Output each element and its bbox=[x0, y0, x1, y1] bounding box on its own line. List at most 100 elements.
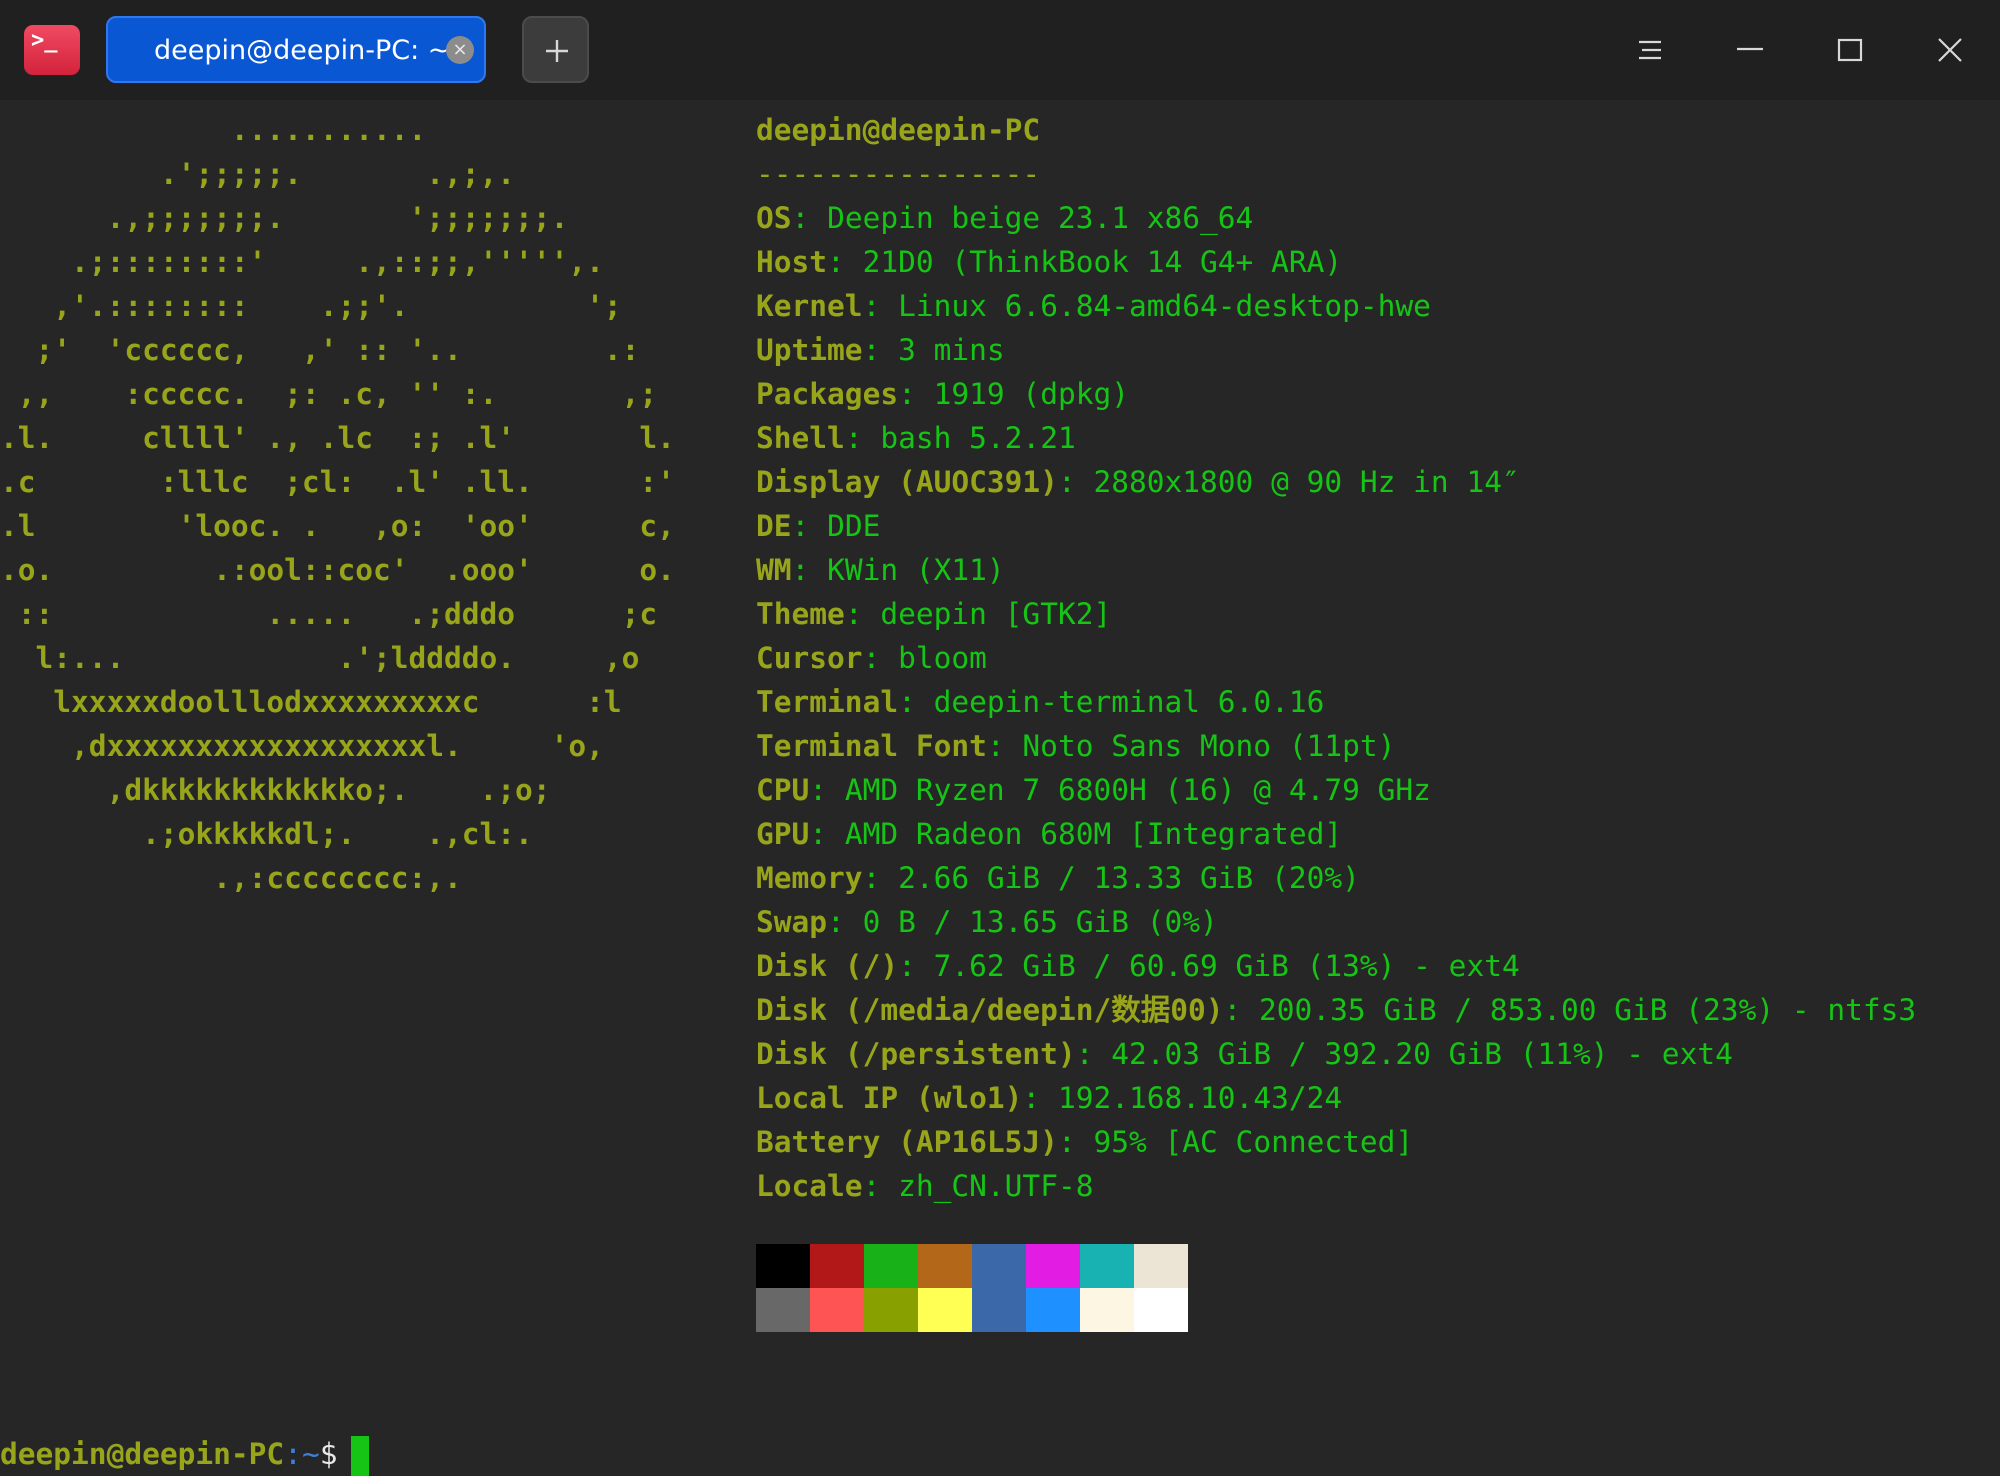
info-value: Linux 6.6.84-amd64-desktop-hwe bbox=[898, 289, 1431, 323]
prompt-user-host: deepin@deepin-PC bbox=[0, 1437, 285, 1471]
logo-line: .l 'looc. . ,o: 'oo' c, bbox=[0, 509, 675, 543]
color-swatch bbox=[864, 1288, 918, 1332]
info-key: Packages bbox=[756, 377, 899, 411]
info-key: CPU bbox=[756, 773, 810, 807]
info-key: Disk (/media/deepin/数据00) bbox=[756, 993, 1224, 1027]
info-key: Disk (/persistent) bbox=[756, 1037, 1076, 1071]
info-row: GPU: AMD Radeon 680M [Integrated] bbox=[756, 817, 1343, 851]
tab-close-icon[interactable]: × bbox=[446, 36, 474, 64]
info-value: 192.168.10.43/24 bbox=[1057, 1081, 1343, 1115]
logo-line: ,, :ccccc. ;: .c, '' :. ,; bbox=[0, 377, 658, 411]
info-row: Shell: bash 5.2.21 bbox=[756, 421, 1076, 455]
info-row: WM: KWin (X11) bbox=[756, 553, 1005, 587]
info-key: GPU bbox=[756, 817, 810, 851]
logo-line: ;' 'cccccc, ,' :: '.. .: bbox=[0, 333, 640, 367]
info-value: 3 mins bbox=[898, 333, 1005, 367]
info-key: Disk (/) bbox=[756, 949, 899, 983]
info-value: 2880x1800 @ 90 Hz in 14″ bbox=[1093, 465, 1520, 499]
close-icon bbox=[1938, 38, 1962, 62]
logo-line: ,dkkkkkkkkkkkko;. .;o; bbox=[0, 773, 551, 807]
maximize-button[interactable] bbox=[1828, 28, 1872, 72]
logo-line: .o. .:ool::coc' .ooo' o. bbox=[0, 553, 675, 587]
info-row: Terminal Font: Noto Sans Mono (11pt) bbox=[756, 729, 1396, 763]
info-value: AMD Ryzen 7 6800H (16) @ 4.79 GHz bbox=[844, 773, 1431, 807]
logo-line: l:... .';lddddo. ,o bbox=[0, 641, 640, 675]
info-row: Host: 21D0 (ThinkBook 14 G4+ ARA) bbox=[756, 245, 1343, 279]
info-row: Swap: 0 B / 13.65 GiB (0%) bbox=[756, 905, 1218, 939]
info-value: 2.66 GiB / 13.33 GiB (20%) bbox=[898, 861, 1360, 895]
info-key: Kernel bbox=[756, 289, 863, 323]
maximize-icon bbox=[1837, 38, 1863, 62]
info-row: Local IP (wlo1): 192.168.10.43/24 bbox=[756, 1081, 1343, 1115]
info-key: OS bbox=[756, 201, 792, 235]
deepin-ascii-logo: ........... .';;;;;. .,;,. .,;;;;;;;. ';… bbox=[0, 108, 675, 900]
info-value: bloom bbox=[898, 641, 987, 675]
info-key: Display (AUOC391) bbox=[756, 465, 1058, 499]
logo-line: .,;;;;;;;. ';;;;;;;. bbox=[0, 201, 569, 235]
new-tab-button[interactable] bbox=[522, 16, 589, 83]
color-swatch bbox=[918, 1244, 972, 1288]
info-value: AMD Radeon 680M [Integrated] bbox=[844, 817, 1343, 851]
info-value: zh_CN.UTF-8 bbox=[898, 1169, 1094, 1203]
info-key: Shell bbox=[756, 421, 845, 455]
info-row: Packages: 1919 (dpkg) bbox=[756, 377, 1129, 411]
terminal-app-icon: >_ bbox=[24, 25, 80, 75]
info-row: Uptime: 3 mins bbox=[756, 333, 1005, 367]
info-row: Memory: 2.66 GiB / 13.33 GiB (20%) bbox=[756, 861, 1360, 895]
info-row: Disk (/persistent): 42.03 GiB / 392.20 G… bbox=[756, 1037, 1733, 1071]
color-swatch bbox=[1026, 1244, 1080, 1288]
info-value: 21D0 (ThinkBook 14 G4+ ARA) bbox=[862, 245, 1343, 279]
info-value: 1919 (dpkg) bbox=[933, 377, 1129, 411]
logo-line: lxxxxxdoolllodxxxxxxxxxc :l bbox=[0, 685, 622, 719]
info-key: DE bbox=[756, 509, 792, 543]
info-row: CPU: AMD Ryzen 7 6800H (16) @ 4.79 GHz bbox=[756, 773, 1431, 807]
info-value: 7.62 GiB / 60.69 GiB (13%) - ext4 bbox=[933, 949, 1520, 983]
info-row: Cursor: bloom bbox=[756, 641, 987, 675]
info-key: Battery (AP16L5J) bbox=[756, 1125, 1058, 1159]
info-row: Theme: deepin [GTK2] bbox=[756, 597, 1112, 631]
info-row: Terminal: deepin-terminal 6.0.16 bbox=[756, 685, 1325, 719]
info-key: Terminal bbox=[756, 685, 899, 719]
logo-line: .c :lllc ;cl: .l' .ll. :' bbox=[0, 465, 675, 499]
info-row: Battery (AP16L5J): 95% [AC Connected] bbox=[756, 1125, 1414, 1159]
menu-button[interactable] bbox=[1628, 28, 1672, 72]
close-window-button[interactable] bbox=[1928, 28, 1972, 72]
plus-icon bbox=[546, 40, 568, 62]
prompt-colon: : bbox=[284, 1437, 302, 1471]
info-key: Theme bbox=[756, 597, 845, 631]
logo-line: ........... bbox=[0, 113, 427, 147]
info-key: Local IP (wlo1) bbox=[756, 1081, 1023, 1115]
info-key: Host bbox=[756, 245, 828, 279]
info-value: 95% [AC Connected] bbox=[1093, 1125, 1414, 1159]
logo-line: ,'.:::::::: .;;'. '; bbox=[0, 289, 622, 323]
color-swatch bbox=[864, 1244, 918, 1288]
tab-terminal-session[interactable]: deepin@deepin-PC: ~ × bbox=[106, 16, 486, 83]
info-key: WM bbox=[756, 553, 792, 587]
color-swatch bbox=[756, 1244, 810, 1288]
shell-prompt[interactable]: deepin@deepin-PC:~$ bbox=[0, 1432, 370, 1476]
logo-line: .;::::::::' .,::;;,''''',. bbox=[0, 245, 604, 279]
terminal-output-area[interactable]: ........... .';;;;;. .,;,. .,;;;;;;;. ';… bbox=[0, 100, 2000, 1476]
color-swatch bbox=[810, 1288, 864, 1332]
color-swatch bbox=[1134, 1288, 1188, 1332]
color-swatch bbox=[1026, 1288, 1080, 1332]
info-row: Display (AUOC391): 2880x1800 @ 90 Hz in … bbox=[756, 465, 1520, 499]
system-info-panel: deepin@deepin-PC ---------------- OS: De… bbox=[756, 108, 1986, 1208]
logo-line: .l. cllll' ., .lc :; .l' l. bbox=[0, 421, 675, 455]
minimize-button[interactable] bbox=[1728, 28, 1772, 72]
logo-line: ,dxxxxxxxxxxxxxxxxxxl. 'o, bbox=[0, 729, 604, 763]
info-key: Swap bbox=[756, 905, 828, 939]
info-key: Uptime bbox=[756, 333, 863, 367]
info-key: Terminal Font bbox=[756, 729, 987, 763]
info-row: Disk (/media/deepin/数据00): 200.35 GiB / … bbox=[756, 993, 1917, 1027]
color-swatch bbox=[1080, 1288, 1134, 1332]
info-value: 42.03 GiB / 392.20 GiB (11%) - ext4 bbox=[1111, 1037, 1733, 1071]
info-value: Deepin beige 23.1 x86_64 bbox=[827, 201, 1254, 235]
info-row: Kernel: Linux 6.6.84-amd64-desktop-hwe bbox=[756, 289, 1431, 323]
menu-icon bbox=[1639, 40, 1661, 60]
text-cursor bbox=[351, 1435, 370, 1476]
info-value: DDE bbox=[827, 509, 881, 543]
color-swatch bbox=[810, 1244, 864, 1288]
logo-line: .';;;;;. .,;,. bbox=[0, 157, 516, 191]
color-swatch bbox=[972, 1244, 1026, 1288]
